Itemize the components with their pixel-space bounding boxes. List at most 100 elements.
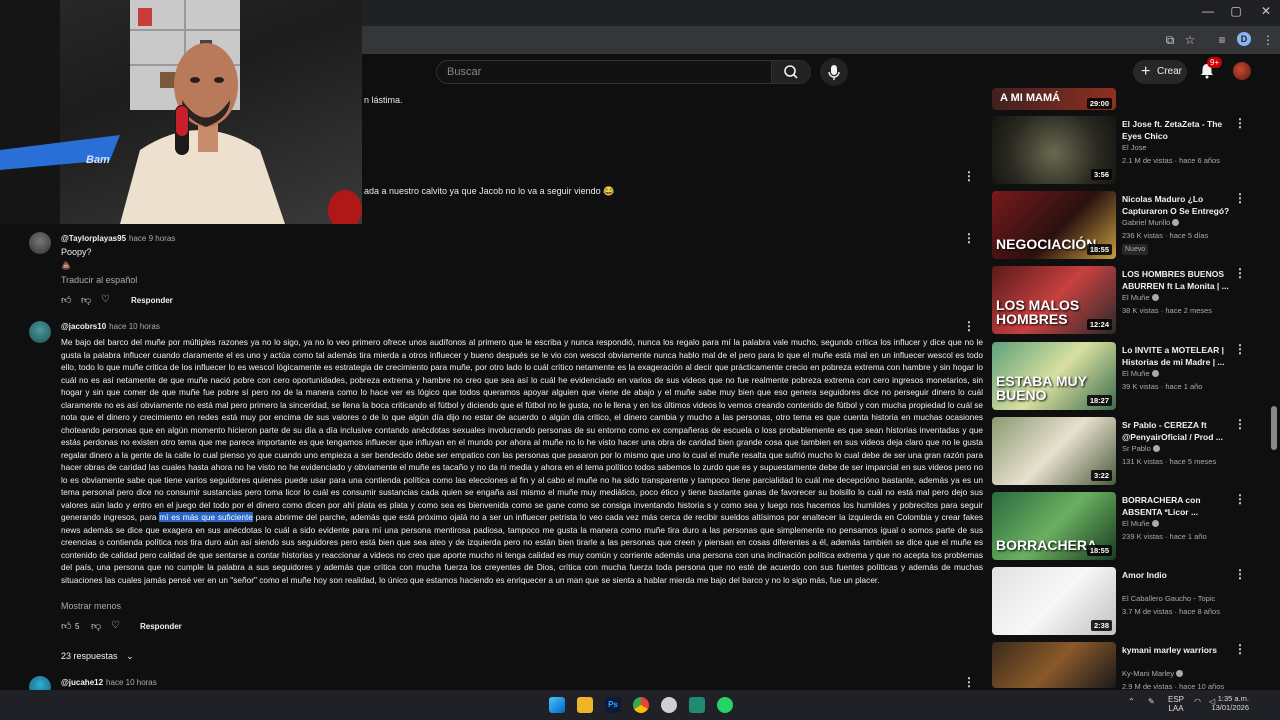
recommended-video[interactable]: NEGOCIACIÓN 18:55 Nicolas Maduro ¿Lo Captu… [990,191,1250,263]
close-window-button[interactable]: ✕ [1252,4,1280,18]
video-menu-icon[interactable]: ⋮ [1234,492,1246,506]
video-menu-icon[interactable]: ⋮ [1234,567,1246,581]
video-thumbnail[interactable]: ESTABA MUY BUENO 18:27 [992,342,1116,410]
video-menu-icon[interactable]: ⋮ [1234,642,1246,656]
video-menu-icon[interactable]: ⋮ [1234,191,1246,205]
search-button[interactable] [771,60,811,84]
comment-time[interactable]: hace 10 horas [106,678,157,687]
maximize-button[interactable]: ▢ [1222,4,1250,18]
replies-toggle[interactable]: 23 respuestas ⌄ [61,651,134,662]
channel-name-text[interactable]: El Jose [1122,143,1147,152]
video-thumbnail[interactable]: 3:22 [992,417,1116,485]
browser-profile-avatar[interactable]: D [1237,32,1251,46]
tray-chevron-icon[interactable]: ⌃ [1128,697,1135,706]
video-menu-icon[interactable]: ⋮ [1234,266,1246,280]
comment-menu-icon[interactable]: ⋮ [963,231,975,245]
photoshop-icon[interactable]: Ps [605,697,621,713]
video-thumbnail[interactable]: BORRACHERA 18:55 [992,492,1116,560]
recommended-video[interactable]: 3:56 El Jose ft. ZetaZeta - The Eyes Chic… [990,116,1250,188]
video-menu-icon[interactable]: ⋮ [1234,342,1246,356]
commenter-avatar[interactable] [29,321,51,343]
like-icon[interactable]: 👍︎ [61,294,71,306]
dislike-icon[interactable]: 👎︎ [91,620,101,632]
channel-name-text[interactable]: Gabriel Murillo [1122,218,1170,227]
comment-menu-icon[interactable]: ⋮ [963,675,975,689]
extensions-icon[interactable]: ≡ [1214,32,1230,48]
scrollbar-thumb[interactable] [1271,406,1277,450]
channel-name[interactable]: El Muñe [1122,519,1159,528]
recommended-video[interactable]: LOS MALOS HOMBRES 12:24 LOS HOMBRES BUENOS… [990,266,1250,338]
recommended-video[interactable]: 3:22 Sr Pablo - CEREZA ft @PenyairOficial… [990,417,1250,489]
dislike-icon[interactable]: 👎︎ [81,294,91,306]
reply-button[interactable]: Responder [140,622,182,631]
channel-name-text[interactable]: El Caballero Gaucho - Topic [1122,594,1215,603]
channel-name[interactable]: Sr Pablo [1122,444,1160,453]
video-title[interactable]: kymani marley warriors [1122,644,1234,656]
chrome-icon[interactable] [633,697,649,713]
browser-menu-icon[interactable]: ⋮ [1260,32,1276,48]
commenter-avatar[interactable] [29,232,51,254]
tray-pen-icon[interactable]: ✎ [1148,697,1155,706]
comment-author[interactable]: @jucahe12 hace 10 horas [61,678,157,687]
app-icon[interactable] [689,697,705,713]
video-title[interactable]: Amor Indio [1122,569,1234,581]
video-title[interactable]: Sr Pablo - CEREZA ft @PenyairOficial / P… [1122,419,1234,443]
recommended-video[interactable]: A MI MAMÁ 29:00 [990,88,1250,112]
account-avatar[interactable] [1233,62,1251,80]
comment-author[interactable]: @Taylorplayas95 hace 9 horas [61,234,175,243]
cast-icon[interactable]: ⧉ [1162,32,1178,48]
comment-author[interactable]: @jacobrs10 hace 10 horas [61,322,160,331]
comment-handle[interactable]: @jacobrs10 [61,322,106,331]
minimize-button[interactable]: — [1194,4,1222,18]
file-explorer-icon[interactable] [577,697,593,713]
language-indicator[interactable]: ESP LAA [1168,695,1184,713]
like-icon[interactable]: 👍︎ [61,620,71,632]
voice-search-button[interactable] [820,58,848,86]
video-title[interactable]: Lo INVITE a MOTELEAR | Historias de mi M… [1122,344,1234,368]
windows-start-icon[interactable] [549,697,565,713]
replies-count[interactable]: 23 respuestas [61,651,118,661]
video-menu-icon[interactable]: ⋮ [1234,116,1246,130]
recommended-video[interactable]: 2:38 Amor Indio El Caballero Gaucho - Topi… [990,567,1250,639]
commenter-avatar[interactable] [29,676,51,690]
translate-link[interactable]: Traducir al español [61,275,137,285]
search-input[interactable] [447,64,747,80]
channel-name-text[interactable]: Ky-Mani Marley [1122,669,1174,678]
steam-icon[interactable] [661,697,677,713]
show-less-link[interactable]: Mostrar menos [61,601,121,611]
comment-handle[interactable]: @Taylorplayas95 [61,234,126,243]
channel-name[interactable]: El Caballero Gaucho - Topic [1122,594,1215,603]
whatsapp-icon[interactable] [717,697,733,713]
recommended-video[interactable]: ESTABA MUY BUENO 18:27 Lo INVITE a MOTELEA… [990,342,1250,414]
heart-icon[interactable]: ♡ [111,620,120,631]
comment-menu-icon[interactable]: ⋮ [963,319,975,333]
channel-name-text[interactable]: Sr Pablo [1122,444,1151,453]
video-thumbnail[interactable] [992,642,1116,688]
channel-name[interactable]: El Muñe [1122,369,1159,378]
channel-name[interactable]: Gabriel Murillo [1122,218,1180,227]
channel-name[interactable]: El Jose [1122,143,1147,152]
comment-time[interactable]: hace 9 horas [129,234,175,243]
reply-button[interactable]: Responder [131,296,173,305]
comment-time[interactable]: hace 10 horas [109,322,160,331]
recommended-video[interactable]: BORRACHERA 18:55 BORRACHERA con ABSENTA *L… [990,492,1250,564]
video-thumbnail[interactable]: 3:56 [992,116,1116,184]
comment-handle[interactable]: @jucahe12 [61,678,103,687]
comment-menu-icon[interactable]: ⋮ [963,169,975,183]
create-button[interactable]: + Crear [1133,60,1187,84]
video-title[interactable]: BORRACHERA con ABSENTA *Licor ... [1122,494,1234,518]
video-thumbnail[interactable]: A MI MAMÁ 29:00 [992,88,1116,110]
video-thumbnail[interactable]: 2:38 [992,567,1116,635]
video-title[interactable]: LOS HOMBRES BUENOS ABURREN ft La Monita … [1122,268,1234,292]
channel-name-text[interactable]: El Muñe [1122,369,1150,378]
channel-name-text[interactable]: El Muñe [1122,519,1150,528]
video-title[interactable]: Nicolas Maduro ¿Lo Capturaron O Se Entre… [1122,193,1234,217]
video-thumbnail[interactable]: LOS MALOS HOMBRES 12:24 [992,266,1116,334]
channel-name[interactable]: Ky-Mani Marley [1122,669,1184,678]
heart-icon[interactable]: ♡ [101,294,110,305]
channel-name-text[interactable]: El Muñe [1122,293,1150,302]
taskbar-clock[interactable]: 1:35 a.m. 13/01/2026 [1199,694,1249,712]
video-title[interactable]: El Jose ft. ZetaZeta - The Eyes Chico [1122,118,1234,142]
video-menu-icon[interactable]: ⋮ [1234,417,1246,431]
video-thumbnail[interactable]: NEGOCIACIÓN 18:55 [992,191,1116,259]
